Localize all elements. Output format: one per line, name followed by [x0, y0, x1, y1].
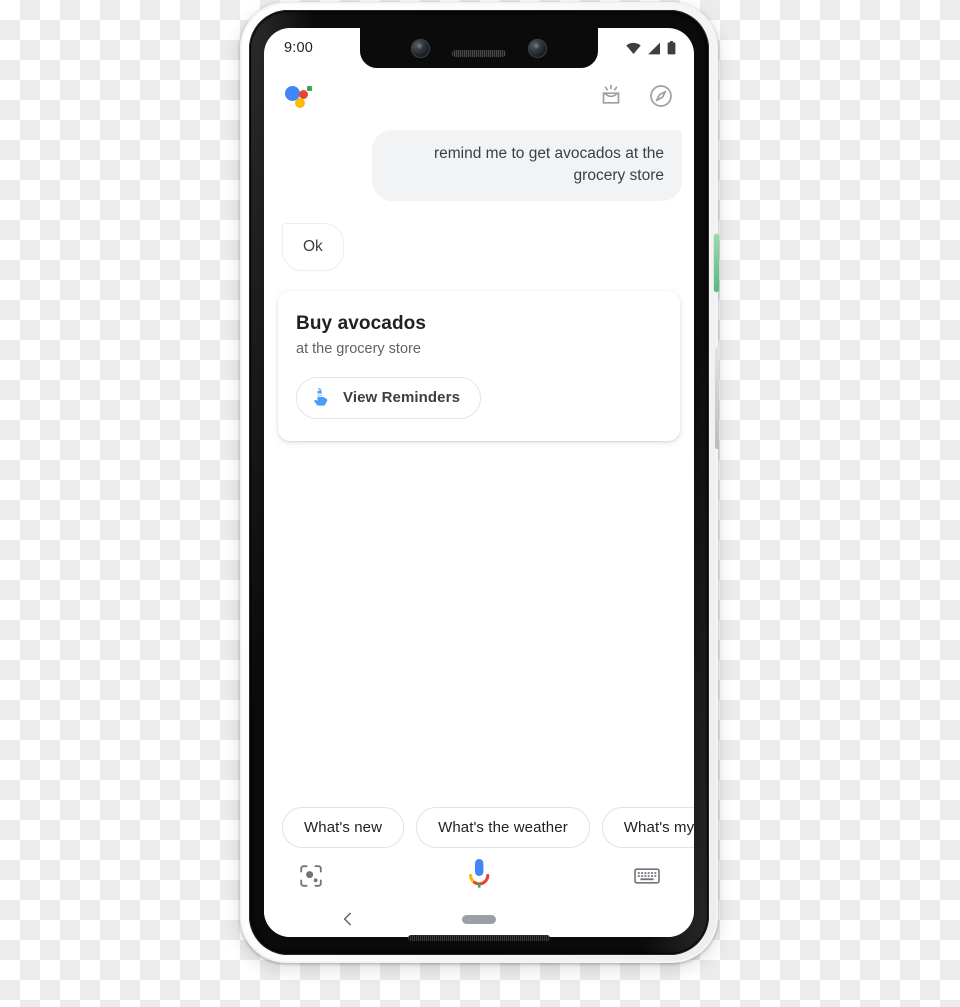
- phone-device: 9:00 remind me to get avocados at the gr…: [240, 2, 719, 963]
- google-assistant-logo: [284, 81, 314, 111]
- reminder-card-title: Buy avocados: [296, 312, 427, 334]
- earpiece-speaker-grille: [452, 49, 506, 57]
- view-reminders-button[interactable]: View Reminders: [296, 376, 482, 419]
- snapshot-icon[interactable]: [598, 83, 624, 109]
- explore-icon[interactable]: [648, 83, 674, 109]
- assistant-logo-green-dot: [307, 86, 312, 91]
- status-bar-icons: [626, 41, 676, 55]
- android-nav-bar: [264, 901, 694, 937]
- power-button[interactable]: [714, 234, 719, 292]
- home-pill-icon[interactable]: [462, 914, 496, 924]
- front-camera-left-icon: [411, 38, 430, 58]
- suggestion-chips[interactable]: What's new What's the weather What's my …: [264, 799, 694, 855]
- reminder-finger-string-icon: [314, 387, 328, 406]
- google-lens-icon[interactable]: [298, 863, 324, 889]
- cellular-signal-icon: [648, 42, 660, 54]
- suggestion-chip-whats-weather[interactable]: What's the weather: [416, 806, 590, 848]
- bottom-speaker-grille: [408, 935, 550, 941]
- view-reminders-button-label: View Reminders: [343, 389, 461, 407]
- user-message-bubble: remind me to get avocados at the grocery…: [372, 130, 682, 201]
- assistant-action-bar: [264, 851, 694, 901]
- header-actions: [598, 83, 674, 109]
- front-camera-right-icon: [528, 38, 547, 58]
- wifi-icon: [626, 42, 641, 54]
- suggestion-chip-whats-new[interactable]: What's new: [282, 806, 405, 848]
- volume-rocker-button[interactable]: [715, 347, 719, 449]
- phone-screen: 9:00 remind me to get avocados at the gr…: [264, 28, 694, 937]
- keyboard-icon[interactable]: [634, 866, 660, 886]
- back-chevron-icon[interactable]: [340, 911, 356, 927]
- reminder-card-subtitle: at the grocery store: [296, 340, 421, 357]
- assistant-reply-bubble: Ok: [282, 222, 344, 271]
- suggestion-chip-whats-way[interactable]: What's my wa: [601, 806, 694, 848]
- assistant-logo-yellow-dot: [295, 98, 305, 108]
- google-mic-icon[interactable]: [464, 857, 494, 895]
- battery-icon: [667, 41, 676, 55]
- display-notch: [360, 28, 598, 68]
- assistant-header: [264, 74, 694, 118]
- status-bar-clock: 9:00: [284, 40, 314, 56]
- reminder-card: Buy avocados at the grocery store View R…: [278, 290, 680, 441]
- conversation-area: remind me to get avocados at the grocery…: [264, 120, 694, 782]
